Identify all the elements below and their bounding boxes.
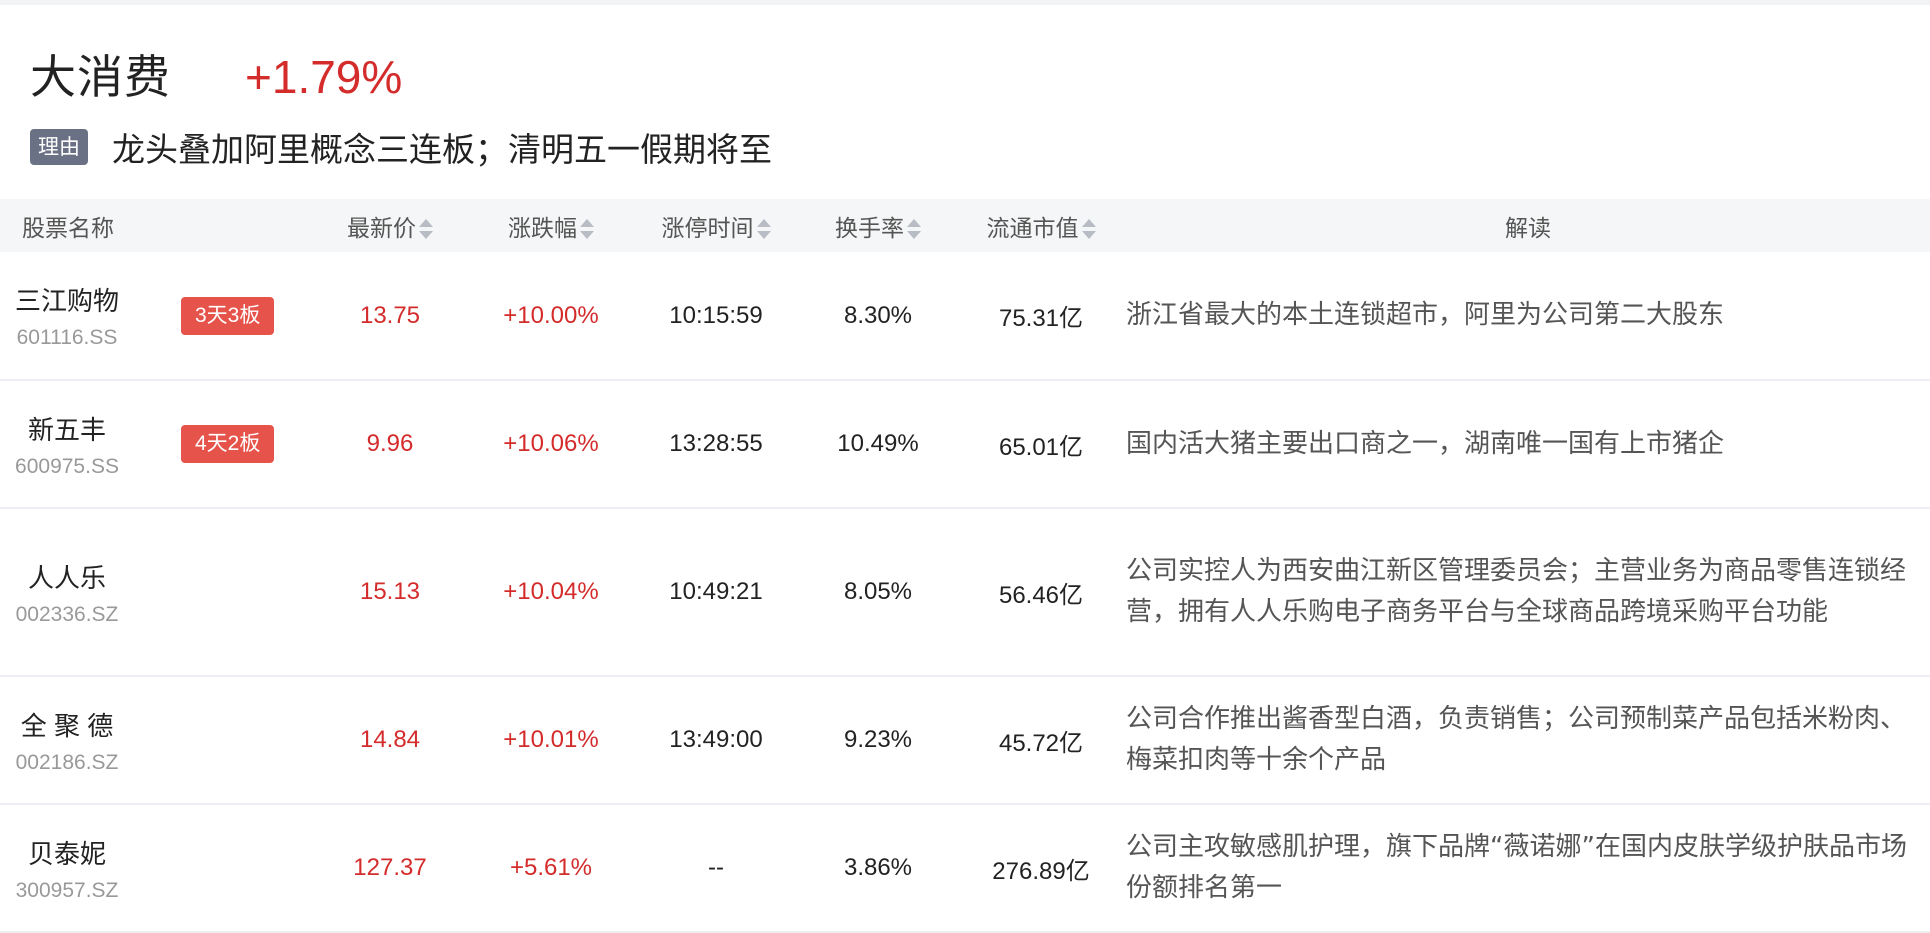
stock-name[interactable]: 贝泰妮 — [0, 834, 134, 871]
column-header-turnover[interactable]: 换手率 — [800, 199, 956, 252]
price-cell: 15.13 — [359, 578, 421, 605]
board-name: 大消费 — [30, 50, 171, 104]
price-cell: 9.96 — [366, 430, 414, 457]
stock-table: 股票名称 最新价 涨跌幅 涨停时间 换手率 流通市值 解读 三江购物 60111… — [0, 199, 1930, 933]
limit-time-cell: 13:28:55 — [669, 430, 763, 457]
table-header: 股票名称 最新价 涨跌幅 涨停时间 换手率 流通市值 解读 — [0, 199, 1930, 252]
reading-cell: 国内活大猪主要出口商之一，湖南唯一国有上市猪企 — [1126, 428, 1725, 459]
reading-cell: 公司实控人为西安曲江新区管理委员会；主营业务为商品零售连锁经营，拥有人人乐购电子… — [1126, 556, 1907, 627]
float-cap-cell: 65.01亿 — [998, 433, 1084, 461]
stock-name-cell[interactable]: 贝泰妮 300957.SZ — [0, 804, 310, 932]
stock-code: 002336.SZ — [15, 602, 119, 626]
turnover-cell: 8.30% — [843, 301, 913, 329]
change-cell: +10.04% — [503, 578, 599, 605]
table-row[interactable]: 三江购物 601116.SS 3天3板 13.75 +10.00% 10:15:… — [0, 252, 1930, 380]
float-cap-cell: 45.72亿 — [998, 729, 1084, 757]
board-header: 大消费 +1.79% 理由 龙头叠加阿里概念三连板；清明五一假期将至 — [0, 5, 1930, 171]
column-header-name: 股票名称 — [22, 215, 114, 242]
turnover-cell: 8.05% — [843, 578, 913, 605]
change-cell: +10.06% — [503, 430, 599, 457]
streak-badge: 3天3板 — [181, 296, 275, 335]
column-header-price[interactable]: 最新价 — [310, 199, 470, 252]
stock-code: 600975.SS — [15, 454, 119, 478]
price-cell: 14.84 — [359, 726, 421, 753]
column-header-change[interactable]: 涨跌幅 — [470, 199, 632, 252]
stock-name[interactable]: 三江购物 — [0, 281, 134, 318]
sort-icon[interactable] — [1081, 218, 1096, 240]
stock-name[interactable]: 新五丰 — [0, 410, 134, 447]
stock-name[interactable]: 全 聚 德 — [0, 706, 134, 743]
limit-time-cell: -- — [708, 854, 724, 881]
turnover-cell: 3.86% — [843, 854, 913, 881]
column-header-reading: 解读 — [1505, 215, 1551, 242]
sort-icon[interactable] — [419, 218, 433, 240]
float-cap-cell: 75.31亿 — [998, 305, 1084, 332]
board-title-row: 大消费 +1.79% — [30, 41, 1930, 107]
reading-cell: 公司主攻敏感肌护理，旗下品牌“薇诺娜”在国内皮肤学级护肤品市场份额排名第一 — [1126, 832, 1907, 903]
sort-icon[interactable] — [907, 218, 921, 240]
stock-name-cell[interactable]: 人人乐 002336.SZ — [0, 508, 310, 676]
board-change: +1.79% — [245, 51, 403, 103]
sort-icon[interactable] — [756, 218, 771, 240]
stock-code: 601116.SS — [16, 326, 118, 349]
table-row[interactable]: 全 聚 德 002186.SZ 14.84 +10.01% 13:49:00 9… — [0, 676, 1930, 804]
streak-badge: 4天2板 — [181, 425, 275, 463]
price-cell: 127.37 — [353, 854, 427, 881]
column-header-limit-time[interactable]: 涨停时间 — [632, 199, 800, 252]
float-cap-cell: 276.89亿 — [992, 857, 1090, 885]
change-cell: +10.01% — [503, 726, 599, 753]
table-row[interactable]: 人人乐 002336.SZ 15.13 +10.04% 10:49:21 8.0… — [0, 508, 1930, 676]
limit-time-cell: 10:49:21 — [669, 578, 763, 605]
price-cell: 13.75 — [359, 301, 421, 329]
table-row[interactable]: 新五丰 600975.SS 4天2板 9.96 +10.06% 13:28:55… — [0, 380, 1930, 508]
stock-name-cell[interactable]: 全 聚 德 002186.SZ — [0, 676, 310, 804]
stock-name[interactable]: 人人乐 — [0, 558, 134, 595]
sort-icon[interactable] — [580, 218, 594, 240]
table-row[interactable]: 贝泰妮 300957.SZ 127.37 +5.61% -- 3.86% 276… — [0, 804, 1930, 932]
reason-row: 理由 龙头叠加阿里概念三连板；清明五一假期将至 — [30, 123, 1930, 171]
stock-code: 002186.SZ — [15, 750, 119, 774]
reading-cell: 公司合作推出酱香型白酒，负责销售；公司预制菜产品包括米粉肉、梅菜扣肉等十余个产品 — [1126, 704, 1907, 775]
turnover-cell: 9.23% — [843, 726, 913, 753]
change-cell: +10.00% — [503, 301, 599, 329]
stock-name-cell[interactable]: 三江购物 601116.SS 3天3板 — [0, 252, 310, 380]
stock-name-cell[interactable]: 新五丰 600975.SS 4天2板 — [0, 380, 310, 508]
turnover-cell: 10.49% — [837, 430, 919, 457]
limit-time-cell: 10:15:59 — [669, 301, 763, 329]
reason-text: 龙头叠加阿里概念三连板；清明五一假期将至 — [112, 130, 772, 169]
change-cell: +5.61% — [509, 854, 593, 881]
reading-cell: 浙江省最大的本土连锁超市，阿里为公司第二大股东 — [1126, 300, 1725, 330]
limit-time-cell: 13:49:00 — [669, 726, 763, 753]
stock-code: 300957.SZ — [15, 878, 119, 902]
reason-tag: 理由 — [30, 129, 88, 165]
float-cap-cell: 56.46亿 — [998, 581, 1084, 609]
column-header-float-cap[interactable]: 流通市值 — [956, 199, 1126, 252]
